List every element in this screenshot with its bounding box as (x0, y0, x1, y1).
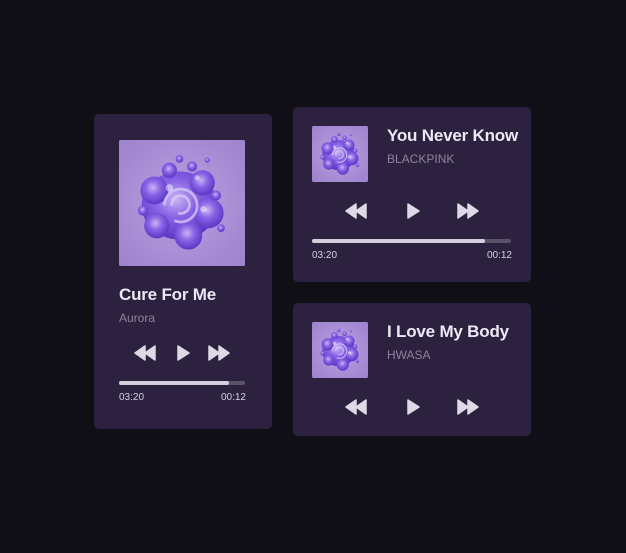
play-icon (406, 399, 420, 415)
track-title: You Never Know (387, 126, 519, 145)
time-elapsed: 03:20 (312, 250, 338, 261)
progress-bar[interactable] (119, 381, 245, 385)
rewind-button[interactable] (345, 399, 367, 415)
progress-fill (312, 239, 486, 243)
fast-forward-button[interactable] (457, 399, 479, 415)
rewind-icon (345, 203, 367, 219)
rewind-icon (345, 399, 367, 415)
time-remaining: 00:12 (486, 250, 512, 261)
playback-controls (345, 399, 479, 415)
playback-controls (134, 345, 230, 361)
fast-forward-icon (457, 399, 479, 415)
rewind-icon (134, 345, 156, 361)
play-button[interactable] (406, 203, 420, 219)
fast-forward-button[interactable] (208, 345, 230, 361)
album-cover (119, 140, 245, 266)
track-artist: HWASA (387, 348, 431, 362)
time-remaining: 00:12 (220, 392, 246, 403)
album-cover (312, 322, 368, 378)
fast-forward-icon (208, 345, 230, 361)
track-title: Cure For Me (119, 285, 216, 304)
album-cover (312, 126, 368, 182)
progress-fill (119, 381, 229, 385)
purple-splash-album-art-icon (312, 322, 368, 378)
fast-forward-button[interactable] (457, 203, 479, 219)
play-button[interactable] (176, 345, 190, 361)
music-player-card-cure-for-me: Cure For Me Aurora 03:20 00:12 (94, 114, 272, 429)
track-title: I Love My Body (387, 322, 509, 341)
rewind-button[interactable] (134, 345, 156, 361)
rewind-button[interactable] (345, 203, 367, 219)
play-button[interactable] (406, 399, 420, 415)
track-artist: Aurora (119, 311, 156, 325)
time-elapsed: 03:20 (119, 392, 145, 403)
purple-splash-album-art-icon (119, 140, 245, 266)
play-icon (406, 203, 420, 219)
playback-controls (345, 203, 479, 219)
progress-bar[interactable] (312, 239, 511, 243)
music-player-card-you-never-know: You Never Know BLACKPINK 03:20 00:12 (293, 107, 531, 282)
music-player-card-i-love-my-body: I Love My Body HWASA (293, 303, 531, 436)
fast-forward-icon (457, 203, 479, 219)
purple-splash-album-art-icon (312, 126, 368, 182)
play-icon (176, 345, 190, 361)
music-players-stage: Cure For Me Aurora 03:20 00:12 You Never… (0, 0, 626, 553)
track-artist: BLACKPINK (387, 152, 455, 166)
